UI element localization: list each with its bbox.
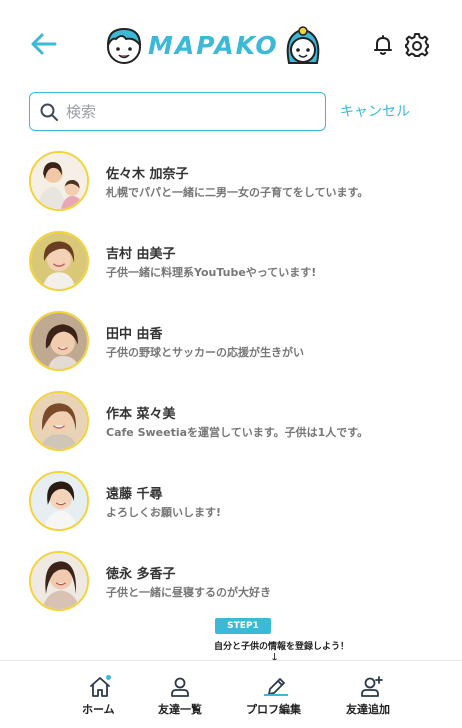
search-box[interactable] [29, 92, 326, 131]
nav-label-profile-edit: プロフ編集 [246, 703, 301, 716]
bell-icon[interactable] [371, 33, 395, 57]
app-logo-text: MAPAKO [148, 30, 279, 60]
search-input[interactable] [66, 102, 316, 121]
avatar [29, 471, 89, 531]
avatar [29, 151, 89, 211]
list-item[interactable]: 遠藤 千尋 よろしくお願いします! [0, 468, 462, 548]
avatar [29, 311, 89, 371]
step-hint-text: 自分と子供の情報を登録しよう！ [214, 642, 350, 652]
list-item[interactable]: 田中 由香 子供の野球とサッカーの応援が生きがい [0, 308, 462, 388]
user-bio: よろしくお願いします! [106, 506, 222, 519]
list-item[interactable]: 徳永 多香子 子供と一緒に昼寝するのが大好き [0, 548, 462, 628]
user-name: 遠藤 千尋 [106, 487, 163, 502]
girl-face-icon [286, 26, 319, 64]
user-bio: 子供一緒に料理系YouTubeやっています! [106, 266, 317, 279]
nav-label-home: ホーム [82, 703, 115, 716]
app-logo: MAPAKO [104, 22, 328, 68]
user-bio: 札幌でパパと一緒に二男一女の子育てをしています。 [106, 186, 369, 199]
list-item[interactable]: 吉村 由美子 子供一緒に料理系YouTubeやっています! [0, 228, 462, 308]
step-badge: STEP1 [215, 618, 271, 634]
user-name: 徳永 多香子 [106, 567, 176, 582]
user-name: 作本 菜々美 [106, 407, 176, 422]
person-add-icon [361, 676, 383, 697]
boy-face-icon [107, 27, 142, 64]
nav-item-home[interactable]: ホーム [70, 661, 130, 728]
avatar [29, 391, 89, 451]
notification-dot [106, 675, 111, 680]
search-icon [40, 103, 58, 121]
nav-item-friend-list[interactable]: 友達一覧 [152, 661, 212, 728]
header: MAPAKO [0, 0, 462, 88]
gear-icon[interactable] [404, 32, 430, 58]
user-bio: Cafe Sweetiaを運営しています。子供は1人です。 [106, 426, 369, 439]
user-bio: 子供の野球とサッカーの応援が生きがい [106, 346, 304, 359]
app-screen: MAPAKO 検索 キャンセル 佐々木 加奈子 札幌でパパと一緒に二男一女の子育… [0, 0, 462, 728]
avatar [29, 231, 89, 291]
nav-label-friend-list: 友達一覧 [158, 703, 202, 716]
active-indicator [264, 694, 288, 696]
nav-item-profile-edit[interactable]: プロフ編集 [244, 661, 310, 728]
user-name: 佐々木 加奈子 [106, 167, 189, 182]
nav-label-add-friend: 友達追加 [346, 703, 390, 716]
user-name: 田中 由香 [106, 327, 163, 342]
list-item[interactable]: 作本 菜々美 Cafe Sweetiaを運営しています。子供は1人です。 [0, 388, 462, 468]
arrow-left-icon[interactable] [28, 30, 58, 58]
list-item[interactable]: 佐々木 加奈子 札幌でパパと一緒に二男一女の子育てをしています。 [0, 148, 462, 228]
person-icon [171, 677, 189, 697]
bottom-nav: ホーム 友達一覧 プロフ編集 友達追加 [0, 660, 462, 728]
nav-item-add-friend[interactable]: 友達追加 [342, 661, 402, 728]
user-list: 佐々木 加奈子 札幌でパパと一緒に二男一女の子育てをしています。 吉村 由美子 … [0, 148, 462, 628]
avatar [29, 551, 89, 611]
cancel-button[interactable]: キャンセル [340, 101, 410, 121]
user-bio: 子供と一緒に昼寝するのが大好き [106, 586, 271, 599]
user-name: 吉村 由美子 [106, 247, 176, 262]
